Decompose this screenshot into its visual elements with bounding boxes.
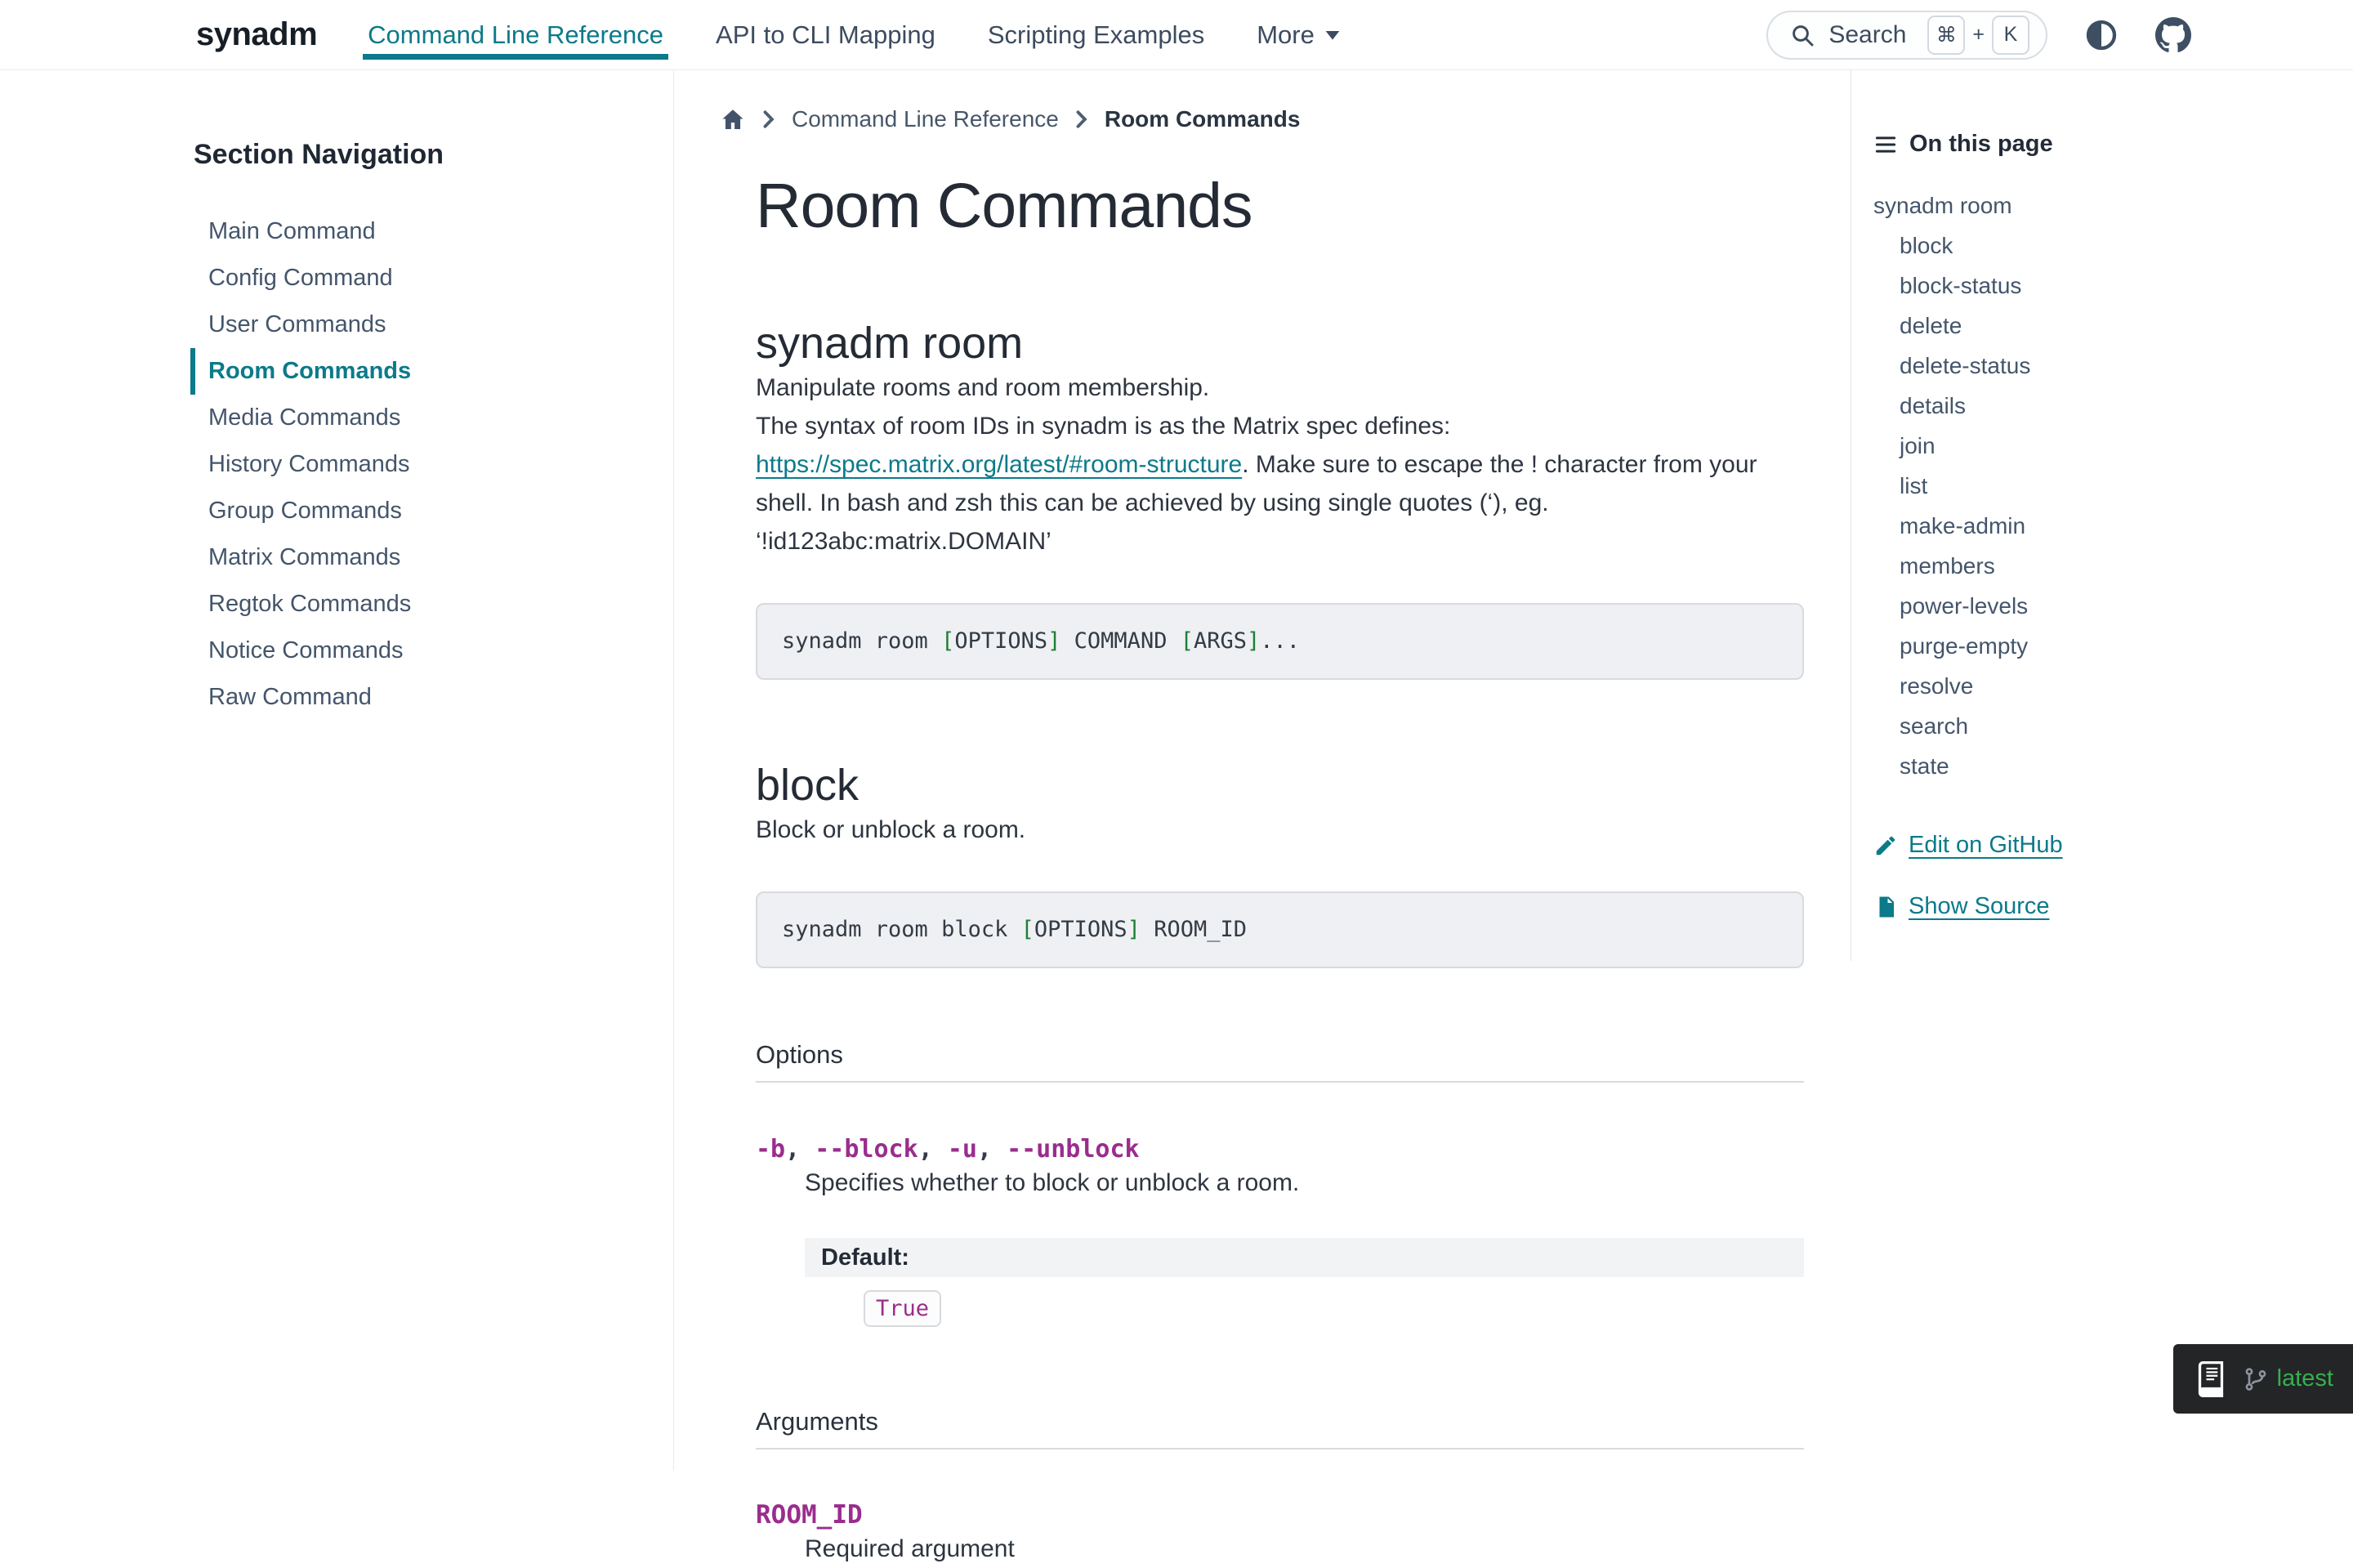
toc-item-delete[interactable]: delete	[1873, 306, 2337, 346]
breadcrumb-command-line-reference[interactable]: Command Line Reference	[792, 106, 1059, 132]
sidebar-item-group-commands[interactable]: Group Commands	[190, 488, 641, 534]
default-field-label: Default:	[805, 1238, 1804, 1277]
sidebar-item-main-command[interactable]: Main Command	[190, 208, 641, 255]
option-signature: -b, --block, -u, --unblock	[756, 1135, 1804, 1164]
paragraph-text: The syntax of room IDs in synadm is as t…	[756, 413, 1450, 440]
page-title: Room Commands	[756, 170, 1804, 243]
search-button[interactable]: Search ⌘ + K	[1766, 11, 2047, 60]
show-source-link[interactable]: Show Source	[1873, 893, 2337, 920]
on-this-page-sidebar: On this page synadm room block block-sta…	[1851, 70, 2353, 1471]
tab-scripting-examples[interactable]: Scripting Examples	[988, 0, 1204, 69]
primary-nav: Command Line Reference API to CLI Mappin…	[368, 0, 1341, 69]
tab-api-to-cli-mapping[interactable]: API to CLI Mapping	[716, 0, 935, 69]
github-icon	[2155, 17, 2191, 53]
toc-item-make-admin[interactable]: make-admin	[1873, 506, 2337, 546]
toc-item-purge-empty[interactable]: purge-empty	[1873, 626, 2337, 666]
sidebar-item-regtok-commands[interactable]: Regtok Commands	[190, 581, 641, 628]
toc-list: synadm room block block-status delete de…	[1873, 185, 2337, 786]
synadm-room-description: Manipulate rooms and room membership.	[756, 369, 1804, 407]
readthedocs-book-icon	[2193, 1360, 2229, 1399]
main-content: Command Line Reference Room Commands Roo…	[674, 70, 1851, 1471]
breadcrumb-current: Room Commands	[1105, 106, 1301, 132]
pencil-icon	[1873, 833, 1898, 858]
room-id-syntax-paragraph: The syntax of room IDs in synadm is as t…	[756, 407, 1804, 561]
breadcrumb-separator-icon	[1075, 109, 1088, 129]
heading-synadm-room: synadm room	[756, 318, 1804, 369]
sidebar-title: Section Navigation	[194, 139, 641, 171]
sidebar-item-history-commands[interactable]: History Commands	[190, 441, 641, 488]
circle-half-stroke-icon	[2085, 19, 2118, 51]
github-link[interactable]	[2155, 17, 2191, 53]
list-icon	[1873, 132, 1898, 157]
toc-item-members[interactable]: members	[1873, 546, 2337, 586]
search-label: Search	[1828, 21, 1906, 49]
search-icon	[1789, 22, 1815, 48]
toc-item-block-status[interactable]: block-status	[1873, 266, 2337, 306]
toc-title: On this page	[1873, 131, 2337, 158]
toc-item-search[interactable]: search	[1873, 706, 2337, 746]
default-value-badge: True	[864, 1290, 941, 1327]
breadcrumb-separator-icon	[762, 109, 775, 129]
section-navigation-sidebar: Section Navigation Main Command Config C…	[0, 70, 674, 1471]
top-navbar: synadm Command Line Reference API to CLI…	[0, 0, 2353, 70]
kbd-plus: +	[1972, 23, 1985, 47]
block-usage-codeblock: synadm room block [OPTIONS] ROOM_ID	[756, 891, 1804, 968]
toc-item-state[interactable]: state	[1873, 746, 2337, 786]
readthedocs-flyout[interactable]: latest	[2173, 1344, 2353, 1414]
theme-toggle-button[interactable]	[2085, 19, 2118, 51]
sidebar-item-config-command[interactable]: Config Command	[190, 255, 641, 302]
toc-item-join[interactable]: join	[1873, 426, 2337, 466]
tab-more-label: More	[1257, 20, 1315, 50]
search-shortcut: ⌘ + K	[1927, 16, 2029, 55]
kbd-k: K	[1992, 16, 2029, 55]
breadcrumb: Command Line Reference Room Commands	[720, 106, 1804, 132]
sidebar-item-notice-commands[interactable]: Notice Commands	[190, 628, 641, 674]
toc-item-power-levels[interactable]: power-levels	[1873, 586, 2337, 626]
file-icon	[1873, 895, 1898, 919]
git-branch-icon	[2243, 1366, 2269, 1392]
heading-block: block	[756, 760, 1804, 811]
site-logo[interactable]: synadm	[196, 16, 317, 53]
matrix-spec-link[interactable]: https://spec.matrix.org/latest/#room-str…	[756, 451, 1242, 478]
toc-item-details[interactable]: details	[1873, 386, 2337, 426]
version-label: latest	[2277, 1365, 2333, 1392]
sidebar-item-user-commands[interactable]: User Commands	[190, 302, 641, 348]
header-actions: Search ⌘ + K	[1766, 11, 2191, 60]
sidebar-item-media-commands[interactable]: Media Commands	[190, 395, 641, 441]
toc-item-delete-status[interactable]: delete-status	[1873, 346, 2337, 386]
sidebar-nav: Main Command Config Command User Command…	[190, 208, 641, 721]
toc-item-synadm-room[interactable]: synadm room	[1873, 185, 2337, 226]
chevron-down-icon	[1324, 29, 1341, 41]
option-description: Specifies whether to block or unblock a …	[756, 1164, 1804, 1202]
sidebar-item-matrix-commands[interactable]: Matrix Commands	[190, 534, 641, 581]
arguments-rubric: Arguments	[756, 1407, 1804, 1450]
synadm-room-usage-codeblock: synadm room [OPTIONS] COMMAND [ARGS]...	[756, 603, 1804, 680]
argument-name: ROOM_ID	[756, 1500, 1804, 1530]
kbd-cmd: ⌘	[1927, 16, 1965, 55]
toc-item-list[interactable]: list	[1873, 466, 2337, 506]
argument-description: Required argument	[756, 1530, 1804, 1568]
home-icon[interactable]	[720, 106, 746, 132]
sidebar-item-room-commands[interactable]: Room Commands	[190, 348, 641, 395]
toc-item-block[interactable]: block	[1873, 226, 2337, 266]
tab-command-line-reference[interactable]: Command Line Reference	[368, 0, 663, 69]
block-description: Block or unblock a room.	[756, 811, 1804, 849]
toc-item-resolve[interactable]: resolve	[1873, 666, 2337, 706]
sidebar-item-raw-command[interactable]: Raw Command	[190, 674, 641, 721]
tab-more[interactable]: More	[1257, 0, 1341, 69]
edit-on-github-link[interactable]: Edit on GitHub	[1873, 832, 2337, 859]
options-rubric: Options	[756, 1040, 1804, 1083]
